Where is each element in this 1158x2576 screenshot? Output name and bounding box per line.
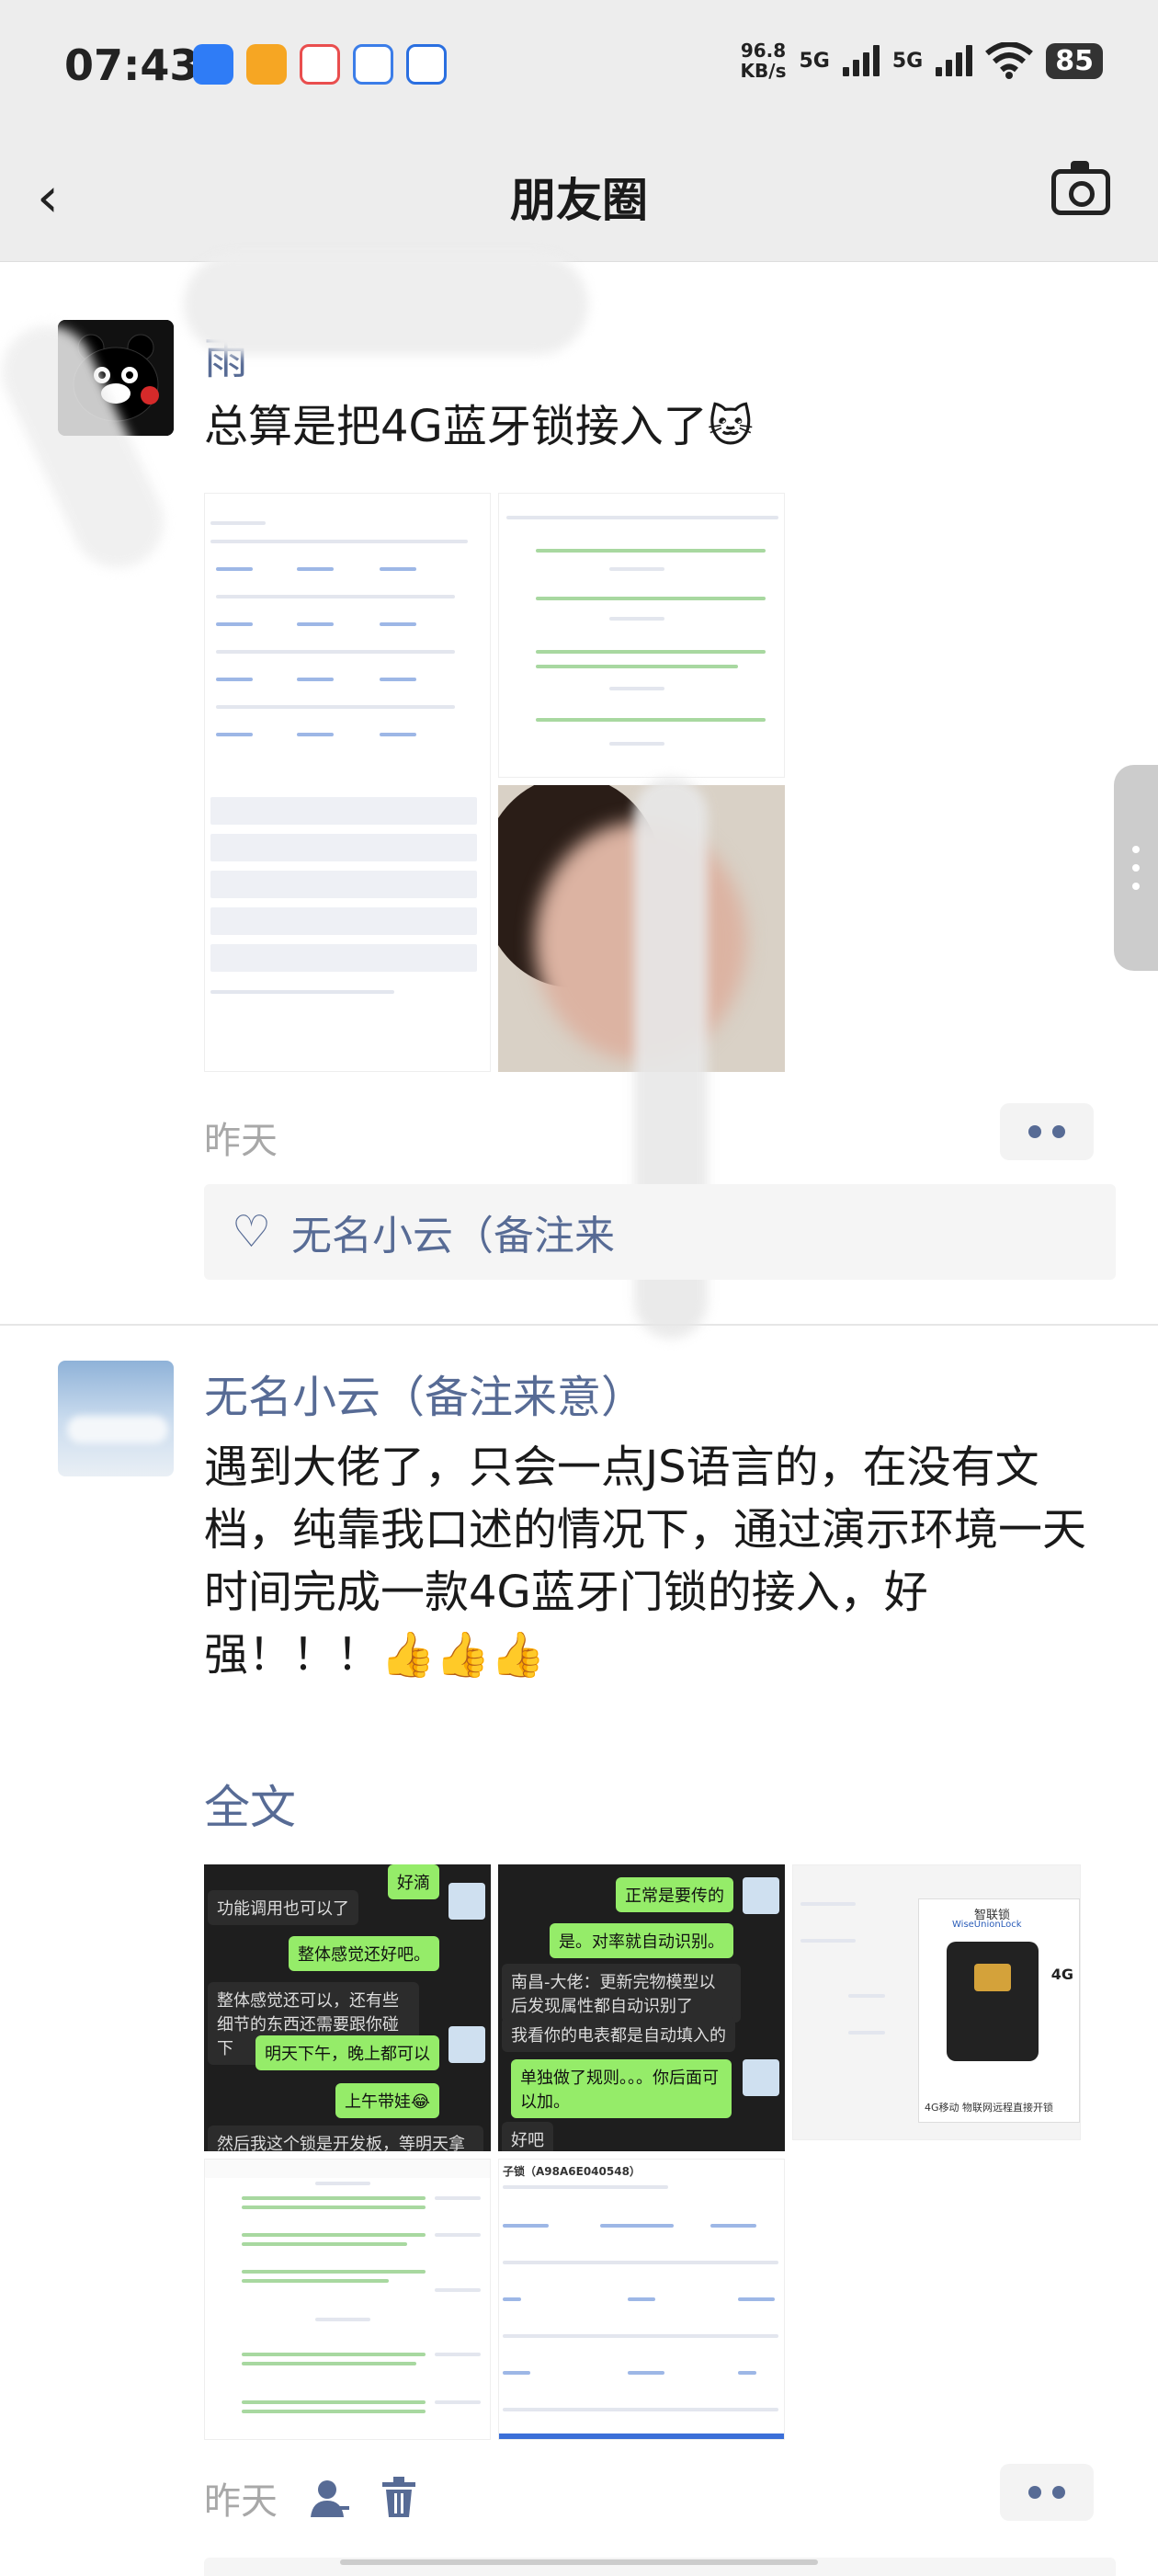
- floating-side-handle[interactable]: [1114, 765, 1158, 971]
- app-notification-icon: [193, 44, 233, 85]
- post-image[interactable]: 子锁（A98A6E040548）: [498, 2159, 785, 2440]
- chat-bubble: 明天下午，晚上都可以: [255, 2035, 439, 2070]
- post-image[interactable]: 好滴 功能调用也可以了 整体感觉还好吧。 整体感觉还可以，还有些细节的东西还需要…: [204, 1864, 491, 2151]
- camera-icon[interactable]: [1051, 161, 1110, 215]
- status-bar: 07:43 96.8 KB/s 5G 5G 85: [0, 0, 1158, 138]
- wifi-icon: [985, 42, 1034, 79]
- net-speed-unit: KB/s: [740, 60, 787, 82]
- chat-bubble: 正常是要传的: [616, 1877, 733, 1912]
- privacy-visibility-icon[interactable]: [309, 2477, 351, 2519]
- likes-bar: ♡ 无名小云（备注来: [204, 1184, 1116, 1280]
- chat-bubble: 整体感觉还好吧。: [289, 1936, 439, 1971]
- chat-bubble: 好吧: [502, 2122, 553, 2151]
- product-caption: 4G移动 物联网远程直接开锁: [925, 2102, 1054, 2114]
- post-text: 遇到大佬了，只会一点JS语言的，在没有文档，纯靠我口述的情况下，通过演示环境一天…: [204, 1442, 1087, 1681]
- moment-post-1: 雨 总算是把4G蓝牙锁接入了🐱 昨天 ♡ 无名小云（备注来: [0, 254, 1158, 1339]
- nav-bar: ‹ 朋友圈: [0, 138, 1158, 262]
- post-image[interactable]: 智联锁 WiseUnionLock 4G 4G移动 物联网远程直接开锁: [792, 1864, 1081, 2140]
- likes-names[interactable]: 无名小云（备注来: [291, 1203, 615, 1261]
- signal-label-2: 5G: [891, 49, 924, 73]
- post-time: 昨天: [204, 2480, 278, 2523]
- status-right: 96.8 KB/s 5G 5G 85: [741, 40, 1103, 81]
- post-image[interactable]: [204, 493, 491, 1072]
- signal-bars-icon: [936, 45, 973, 76]
- app-notification-icon: [246, 44, 287, 85]
- net-speed: 96.8 KB/s: [741, 40, 787, 81]
- post-time: 昨天: [204, 1120, 278, 1162]
- status-time: 07:43: [64, 40, 199, 90]
- page-title: 朋友圈: [510, 174, 648, 227]
- weibo-icon: [300, 44, 340, 85]
- moment-post-2: 无名小云（备注来意） 遇到大佬了，只会一点JS语言的，在没有文档，纯靠我口述的情…: [0, 1326, 1158, 2576]
- post-text: 总算是把4G蓝牙锁接入了🐱: [204, 401, 754, 452]
- signal-label-1: 5G: [799, 49, 830, 73]
- privacy-blur: [184, 254, 588, 355]
- battery-indicator: 85: [1046, 42, 1103, 79]
- signal-bars-icon: [842, 45, 880, 76]
- post-image[interactable]: [204, 2159, 491, 2440]
- delete-icon[interactable]: [380, 2477, 417, 2519]
- post-image[interactable]: [498, 493, 785, 778]
- chat-bubble: 我看你的电表都是自动填入的: [502, 2017, 735, 2052]
- more-actions-button[interactable]: [1000, 2464, 1094, 2521]
- device-title: 子锁（A98A6E040548）: [503, 2165, 641, 2178]
- chat-bubble: 南昌-大佬：更新完物模型以后发现属性都自动识别了: [502, 1964, 741, 2023]
- more-actions-button[interactable]: [1000, 1103, 1094, 1160]
- chat-bubble: 功能调用也可以了: [208, 1890, 358, 1925]
- chat-bubble: 上午带娃😂: [335, 2083, 439, 2118]
- app-notification-icon: [406, 44, 447, 85]
- product-brand-en: WiseUnionLock: [952, 1920, 1022, 1930]
- notification-icons: [193, 44, 447, 85]
- home-indicator[interactable]: [340, 2559, 818, 2565]
- post-author-nickname[interactable]: 无名小云（备注来意）: [204, 1361, 645, 1425]
- heart-icon: ♡: [232, 1206, 272, 1258]
- avatar[interactable]: [58, 1361, 174, 1476]
- net-speed-value: 96.8: [740, 40, 787, 62]
- full-text-link[interactable]: 全文: [204, 1771, 296, 1837]
- app-notification-icon: [353, 44, 393, 85]
- chat-bubble: 然后我这个锁是开发板，等明天拿: [208, 2126, 483, 2151]
- post-image[interactable]: 正常是要传的 是。对率就自动识别。 南昌-大佬：更新完物模型以后发现属性都自动识…: [498, 1864, 785, 2151]
- chat-bubble: 是。对率就自动识别。: [550, 1923, 733, 1958]
- product-badge: 4G: [1050, 1966, 1073, 1983]
- chat-bubble: 好滴: [388, 1864, 439, 1899]
- chat-bubble: 单独做了规则。。。你后面可以加。: [511, 2059, 732, 2118]
